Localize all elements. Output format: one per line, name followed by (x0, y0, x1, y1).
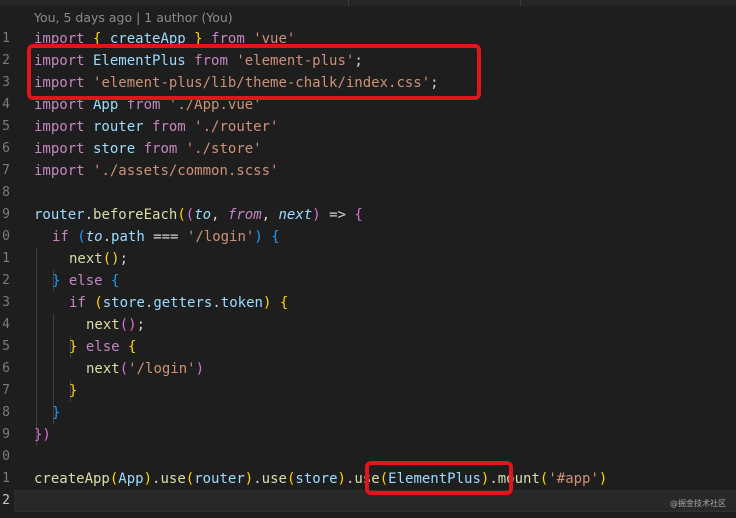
line-number: 2 (2, 273, 10, 288)
code-line[interactable]: if (to.path === '/login') { (52, 226, 280, 248)
line-number: 1 (2, 31, 10, 46)
code-line[interactable]: next(); (86, 314, 145, 336)
code-line[interactable]: import store from './store' (34, 138, 262, 160)
git-blame-codelens[interactable]: You, 5 days ago | 1 author (You) (34, 8, 233, 28)
line-number: 4 (2, 317, 10, 332)
code-line[interactable]: import ElementPlus from 'element-plus'; (34, 50, 363, 72)
code-line[interactable]: next(); (69, 248, 128, 270)
line-number-active: 2 (2, 493, 10, 508)
code-line[interactable]: }) (34, 424, 51, 446)
code-line[interactable]: import './assets/common.scss' (34, 160, 278, 182)
code-line[interactable]: next('/login') (86, 358, 204, 380)
line-number: 5 (2, 339, 10, 354)
line-number: 8 (2, 185, 10, 200)
line-number: 3 (2, 295, 10, 310)
line-number: 3 (2, 75, 10, 90)
code-line[interactable]: import { createApp } from 'vue' (34, 28, 295, 50)
line-number: 7 (2, 383, 10, 398)
code-line[interactable]: } (69, 380, 77, 402)
line-number: 2 (2, 53, 10, 68)
line-number: 9 (2, 427, 10, 442)
code-line[interactable]: if (store.getters.token) { (69, 292, 288, 314)
code-line[interactable]: } else { (52, 270, 119, 292)
code-line[interactable]: } (52, 402, 60, 424)
watermark: @掘金技术社区 (670, 499, 726, 508)
line-number: 4 (2, 97, 10, 112)
line-number: 8 (2, 405, 10, 420)
editor-tab-bar (0, 0, 736, 6)
line-number: 0 (2, 229, 10, 244)
line-number: 1 (2, 251, 10, 266)
line-number: 0 (2, 449, 10, 464)
code-line[interactable]: } else { (69, 336, 136, 358)
current-line[interactable] (14, 490, 736, 512)
line-number: 6 (2, 361, 10, 376)
tab-separator (348, 0, 349, 6)
code-line[interactable]: import App from './App.vue' (34, 94, 262, 116)
code-line[interactable]: createApp(App).use(router).use(store).us… (34, 468, 607, 490)
code-line[interactable]: import 'element-plus/lib/theme-chalk/ind… (34, 72, 439, 94)
indent-guide (36, 248, 37, 446)
code-line[interactable]: import router from './router' (34, 116, 278, 138)
line-number: 6 (2, 141, 10, 156)
line-number: 5 (2, 119, 10, 134)
line-number: 9 (2, 207, 10, 222)
line-number: 7 (2, 163, 10, 178)
tab-separator (520, 0, 521, 6)
line-number: 1 (2, 471, 10, 486)
code-line[interactable]: router.beforeEach((to, from, next) => { (34, 204, 363, 226)
